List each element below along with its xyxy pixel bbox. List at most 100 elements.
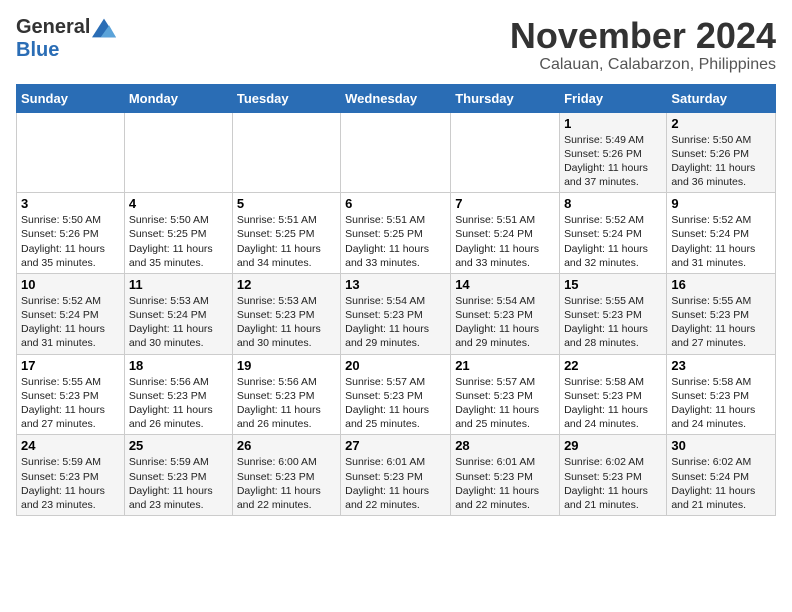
day-info: Sunrise: 5:55 AM Sunset: 5:23 PM Dayligh… [21, 375, 120, 432]
day-number: 5 [237, 196, 336, 211]
day-info: Sunrise: 5:53 AM Sunset: 5:24 PM Dayligh… [129, 294, 228, 351]
day-info: Sunrise: 6:01 AM Sunset: 5:23 PM Dayligh… [455, 455, 555, 512]
day-info: Sunrise: 5:51 AM Sunset: 5:25 PM Dayligh… [345, 213, 446, 270]
day-info: Sunrise: 5:50 AM Sunset: 5:25 PM Dayligh… [129, 213, 228, 270]
day-number: 11 [129, 277, 228, 292]
day-info: Sunrise: 5:59 AM Sunset: 5:23 PM Dayligh… [129, 455, 228, 512]
calendar-cell: 15 Sunrise: 5:55 AM Sunset: 5:23 PM Dayli… [560, 273, 667, 354]
calendar-cell: 26Sunrise: 6:00 AM Sunset: 5:23 PM Dayli… [232, 435, 340, 516]
day-info: Sunrise: 5:59 AM Sunset: 5:23 PM Dayligh… [21, 455, 120, 512]
day-info: Sunrise: 5:54 AM Sunset: 5:23 PM Dayligh… [455, 294, 555, 351]
day-info: Sunrise: 5:58 AM Sunset: 5:23 PM Dayligh… [671, 375, 771, 432]
day-info: Sunrise: 5:55 AM Sunset: 5:23 PM Dayligh… [671, 294, 771, 351]
calendar-cell: 11 Sunrise: 5:53 AM Sunset: 5:24 PM Dayli… [124, 273, 232, 354]
day-info: Sunrise: 5:51 AM Sunset: 5:25 PM Dayligh… [237, 213, 336, 270]
calendar-cell: 1 Sunrise: 5:49 AM Sunset: 5:26 PM Daylig… [560, 112, 667, 193]
calendar-week-row: 17 Sunrise: 5:55 AM Sunset: 5:23 PM Dayli… [17, 354, 776, 435]
day-number: 12 [237, 277, 336, 292]
day-number: 7 [455, 196, 555, 211]
month-title: November 2024 [510, 16, 776, 56]
weekday-header: Friday [560, 84, 667, 112]
day-number: 15 [564, 277, 662, 292]
day-number: 30 [671, 438, 771, 453]
day-number: 8 [564, 196, 662, 211]
weekday-header: Wednesday [341, 84, 451, 112]
day-number: 1 [564, 116, 662, 131]
weekday-header: Tuesday [232, 84, 340, 112]
day-info: Sunrise: 5:58 AM Sunset: 5:23 PM Dayligh… [564, 375, 662, 432]
calendar-cell: 4 Sunrise: 5:50 AM Sunset: 5:25 PM Daylig… [124, 193, 232, 274]
location: Calauan, Calabarzon, Philippines [510, 56, 776, 74]
day-info: Sunrise: 5:55 AM Sunset: 5:23 PM Dayligh… [564, 294, 662, 351]
calendar-cell: 30 Sunrise: 6:02 AM Sunset: 5:24 PM Dayli… [667, 435, 776, 516]
weekday-header: Thursday [451, 84, 560, 112]
day-number: 4 [129, 196, 228, 211]
calendar-cell: 19 Sunrise: 5:56 AM Sunset: 5:23 PM Dayli… [232, 354, 340, 435]
page-header: General Blue November 2024 Calauan, Cala… [16, 16, 776, 74]
day-info: Sunrise: 5:57 AM Sunset: 5:23 PM Dayligh… [455, 375, 555, 432]
day-info: Sunrise: 5:56 AM Sunset: 5:23 PM Dayligh… [129, 375, 228, 432]
day-number: 18 [129, 358, 228, 373]
calendar-week-row: 1 Sunrise: 5:49 AM Sunset: 5:26 PM Daylig… [17, 112, 776, 193]
day-info: Sunrise: 6:01 AM Sunset: 5:23 PM Dayligh… [345, 455, 446, 512]
day-info: Sunrise: 5:56 AM Sunset: 5:23 PM Dayligh… [237, 375, 336, 432]
day-info: Sunrise: 5:50 AM Sunset: 5:26 PM Dayligh… [21, 213, 120, 270]
calendar-cell: 6 Sunrise: 5:51 AM Sunset: 5:25 PM Daylig… [341, 193, 451, 274]
day-number: 26 [237, 438, 336, 453]
calendar-cell: 18 Sunrise: 5:56 AM Sunset: 5:23 PM Dayli… [124, 354, 232, 435]
day-number: 28 [455, 438, 555, 453]
calendar-cell: 29 Sunrise: 6:02 AM Sunset: 5:23 PM Dayli… [560, 435, 667, 516]
calendar-cell: 13 Sunrise: 5:54 AM Sunset: 5:23 PM Dayli… [341, 273, 451, 354]
calendar-cell: 17 Sunrise: 5:55 AM Sunset: 5:23 PM Dayli… [17, 354, 125, 435]
day-number: 27 [345, 438, 446, 453]
calendar-cell [232, 112, 340, 193]
calendar-cell: 3Sunrise: 5:50 AM Sunset: 5:26 PM Daylig… [17, 193, 125, 274]
day-number: 13 [345, 277, 446, 292]
calendar-cell: 16Sunrise: 5:55 AM Sunset: 5:23 PM Dayli… [667, 273, 776, 354]
day-number: 10 [21, 277, 120, 292]
calendar-cell: 24 Sunrise: 5:59 AM Sunset: 5:23 PM Dayli… [17, 435, 125, 516]
day-info: Sunrise: 5:57 AM Sunset: 5:23 PM Dayligh… [345, 375, 446, 432]
day-number: 22 [564, 358, 662, 373]
weekday-header: Sunday [17, 84, 125, 112]
day-info: Sunrise: 5:52 AM Sunset: 5:24 PM Dayligh… [564, 213, 662, 270]
day-info: Sunrise: 6:02 AM Sunset: 5:24 PM Dayligh… [671, 455, 771, 512]
day-info: Sunrise: 5:54 AM Sunset: 5:23 PM Dayligh… [345, 294, 446, 351]
day-number: 25 [129, 438, 228, 453]
calendar-week-row: 10Sunrise: 5:52 AM Sunset: 5:24 PM Dayli… [17, 273, 776, 354]
day-info: Sunrise: 5:52 AM Sunset: 5:24 PM Dayligh… [671, 213, 771, 270]
day-info: Sunrise: 5:51 AM Sunset: 5:24 PM Dayligh… [455, 213, 555, 270]
day-info: Sunrise: 5:49 AM Sunset: 5:26 PM Dayligh… [564, 133, 662, 190]
calendar-week-row: 24 Sunrise: 5:59 AM Sunset: 5:23 PM Dayli… [17, 435, 776, 516]
calendar-table: SundayMondayTuesdayWednesdayThursdayFrid… [16, 84, 776, 516]
logo-general-text: General [16, 16, 90, 39]
day-number: 9 [671, 196, 771, 211]
day-number: 6 [345, 196, 446, 211]
day-number: 20 [345, 358, 446, 373]
title-block: November 2024 Calauan, Calabarzon, Phili… [510, 16, 776, 74]
calendar-cell: 21Sunrise: 5:57 AM Sunset: 5:23 PM Dayli… [451, 354, 560, 435]
day-number: 14 [455, 277, 555, 292]
calendar-cell: 25 Sunrise: 5:59 AM Sunset: 5:23 PM Dayli… [124, 435, 232, 516]
day-number: 24 [21, 438, 120, 453]
day-number: 2 [671, 116, 771, 131]
calendar-cell [124, 112, 232, 193]
weekday-header-row: SundayMondayTuesdayWednesdayThursdayFrid… [17, 84, 776, 112]
calendar-cell [17, 112, 125, 193]
calendar-cell: 2 Sunrise: 5:50 AM Sunset: 5:26 PM Daylig… [667, 112, 776, 193]
day-info: Sunrise: 6:02 AM Sunset: 5:23 PM Dayligh… [564, 455, 662, 512]
calendar-cell: 27 Sunrise: 6:01 AM Sunset: 5:23 PM Dayli… [341, 435, 451, 516]
day-number: 17 [21, 358, 120, 373]
day-number: 19 [237, 358, 336, 373]
calendar-cell: 23 Sunrise: 5:58 AM Sunset: 5:23 PM Dayli… [667, 354, 776, 435]
calendar-cell: 14 Sunrise: 5:54 AM Sunset: 5:23 PM Dayli… [451, 273, 560, 354]
weekday-header: Monday [124, 84, 232, 112]
day-number: 23 [671, 358, 771, 373]
day-number: 29 [564, 438, 662, 453]
day-info: Sunrise: 5:50 AM Sunset: 5:26 PM Dayligh… [671, 133, 771, 190]
logo-blue-text: Blue [16, 39, 59, 62]
calendar-cell: 12Sunrise: 5:53 AM Sunset: 5:23 PM Dayli… [232, 273, 340, 354]
logo: General Blue [16, 16, 116, 62]
calendar-cell: 7 Sunrise: 5:51 AM Sunset: 5:24 PM Daylig… [451, 193, 560, 274]
calendar-week-row: 3Sunrise: 5:50 AM Sunset: 5:26 PM Daylig… [17, 193, 776, 274]
